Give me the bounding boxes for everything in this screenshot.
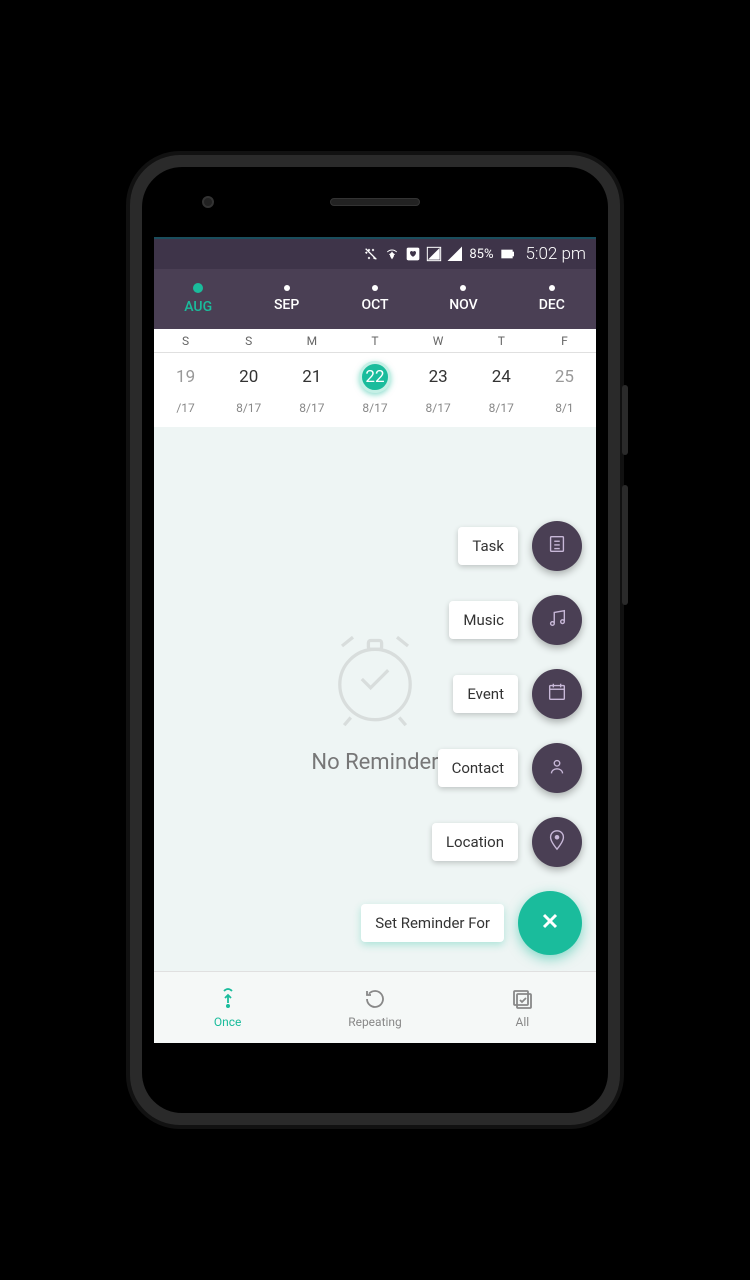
nav-repeating-label: Repeating — [348, 1015, 402, 1029]
month-label: DEC — [539, 297, 565, 313]
nav-all-label: All — [515, 1015, 529, 1029]
day-letter: F — [533, 329, 596, 352]
battery-percent: 85% — [469, 247, 493, 262]
bottom-nav: Once Repeating All — [154, 971, 596, 1043]
fab-row-event: Event — [453, 669, 582, 719]
fab-main-button[interactable] — [518, 891, 582, 955]
fab-button-location[interactable] — [532, 817, 582, 867]
month-label: OCT — [361, 297, 388, 313]
status-bar: 85% 5:02 pm — [154, 237, 596, 269]
nav-all[interactable]: All — [449, 972, 596, 1043]
date-number: 21 — [302, 367, 321, 387]
nav-once-label: Once — [214, 1015, 242, 1029]
fab-label-task: Task — [458, 527, 518, 565]
date-cell-21[interactable]: 21 — [280, 367, 343, 387]
phone-bezel-top — [142, 167, 608, 237]
fab-button-task[interactable] — [532, 521, 582, 571]
status-icons — [363, 246, 463, 262]
battery-icon — [499, 246, 515, 262]
status-time: 5:02 pm — [525, 244, 586, 264]
day-letter: M — [280, 329, 343, 352]
nav-repeating[interactable]: Repeating — [301, 972, 448, 1043]
month-label: AUG — [184, 299, 212, 315]
day-letter: T — [470, 329, 533, 352]
phone-side-button — [622, 385, 628, 455]
day-letter: T — [343, 329, 406, 352]
day-header: SSMTWTF — [154, 329, 596, 353]
fab-label-event: Event — [453, 675, 518, 713]
signal-icon — [426, 246, 442, 262]
wifi-icon — [384, 246, 400, 262]
phone-bezel-bottom — [142, 1043, 608, 1113]
music-icon — [546, 607, 568, 633]
phone-frame: 85% 5:02 pm AUGSEPOCTNOVDEC SSMTWTF 1920… — [130, 155, 620, 1125]
fab-row-location: Location — [432, 817, 582, 867]
month-dot-icon — [549, 285, 555, 291]
date-cell-22[interactable]: 22 — [343, 361, 406, 393]
date-number: 25 — [555, 367, 574, 387]
month-tab-nov[interactable]: NOV — [419, 269, 507, 329]
location-icon — [546, 829, 568, 855]
sub-date: 8/17 — [470, 401, 533, 427]
month-dot-icon — [460, 285, 466, 291]
month-label: NOV — [449, 297, 477, 313]
date-row: 19 20 21 22 23 24 25 — [154, 353, 596, 401]
fab-button-contact[interactable] — [532, 743, 582, 793]
sub-date: 8/17 — [343, 401, 406, 427]
screen: 85% 5:02 pm AUGSEPOCTNOVDEC SSMTWTF 1920… — [154, 237, 596, 1043]
phone-camera — [202, 196, 214, 208]
fab-button-event[interactable] — [532, 669, 582, 719]
date-number: 24 — [492, 367, 511, 387]
sub-date: 8/17 — [407, 401, 470, 427]
event-icon — [546, 681, 568, 707]
date-cell-19[interactable]: 19 — [154, 367, 217, 387]
month-dot-icon — [193, 283, 203, 293]
day-letter: S — [217, 329, 280, 352]
fab-row-music: Music — [449, 595, 582, 645]
month-tabs: AUG SEP OCT NOV DEC — [154, 269, 596, 329]
heart-icon — [405, 246, 421, 262]
sub-date: 8/1 — [533, 401, 596, 427]
task-icon — [546, 533, 568, 559]
fab-row-contact: Contact — [438, 743, 582, 793]
day-letter: S — [154, 329, 217, 352]
date-number: 20 — [239, 367, 258, 387]
fab-button-music[interactable] — [532, 595, 582, 645]
close-icon — [538, 909, 562, 937]
month-dot-icon — [372, 285, 378, 291]
date-cell-24[interactable]: 24 — [470, 367, 533, 387]
contact-icon — [546, 755, 568, 781]
fab-menu: Task Music Event Contact Location Set Re… — [361, 521, 582, 955]
vibrate-icon — [363, 246, 379, 262]
fab-main-label: Set Reminder For — [361, 904, 504, 942]
month-tab-aug[interactable]: AUG — [154, 269, 242, 329]
month-dot-icon — [284, 285, 290, 291]
month-tab-oct[interactable]: OCT — [331, 269, 419, 329]
date-number: 23 — [429, 367, 448, 387]
fab-label-location: Location — [432, 823, 518, 861]
fab-row-main: Set Reminder For — [361, 891, 582, 955]
fab-label-contact: Contact — [438, 749, 518, 787]
date-number: 22 — [359, 361, 391, 393]
month-label: SEP — [274, 297, 299, 313]
day-letter: W — [407, 329, 470, 352]
phone-side-button — [622, 485, 628, 605]
date-cell-23[interactable]: 23 — [407, 367, 470, 387]
date-cell-20[interactable]: 20 — [217, 367, 280, 387]
sub-date-row: /178/178/178/178/178/178/1 — [154, 401, 596, 427]
sub-date: 8/17 — [280, 401, 343, 427]
fab-label-music: Music — [449, 601, 518, 639]
date-number: 19 — [176, 367, 195, 387]
signal2-icon — [447, 246, 463, 262]
month-tab-sep[interactable]: SEP — [242, 269, 330, 329]
phone-speaker — [330, 198, 420, 206]
fab-row-task: Task — [458, 521, 582, 571]
sub-date: 8/17 — [217, 401, 280, 427]
date-cell-25[interactable]: 25 — [533, 367, 596, 387]
month-tab-dec[interactable]: DEC — [508, 269, 596, 329]
nav-once[interactable]: Once — [154, 972, 301, 1043]
sub-date: /17 — [154, 401, 217, 427]
